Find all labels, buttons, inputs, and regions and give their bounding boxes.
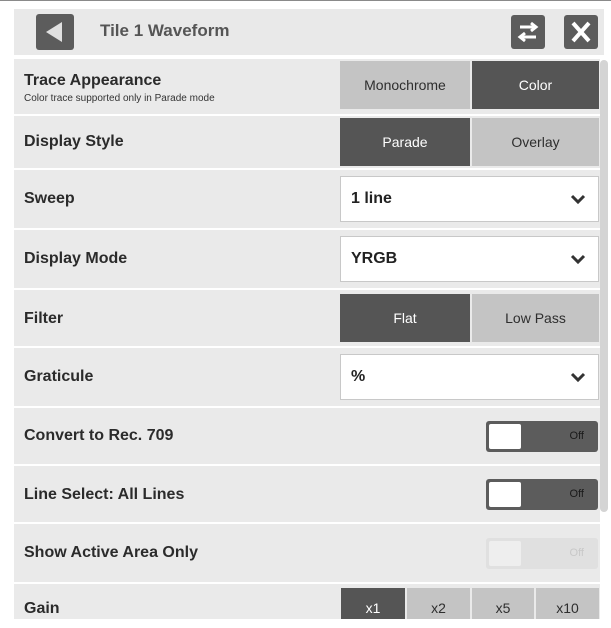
toggle-knob xyxy=(489,424,521,449)
filter-label: Filter xyxy=(24,310,64,327)
trace-appearance-note: Color trace supported only in Parade mod… xyxy=(24,93,215,104)
toggle-state: Off xyxy=(569,430,584,442)
low-pass-option[interactable]: Low Pass xyxy=(472,294,599,342)
row-gain: Gain x1 x2 x5 x10 xyxy=(14,584,600,619)
row-display-mode: Display Mode YRGB xyxy=(14,230,600,288)
color-option[interactable]: Color xyxy=(472,61,599,109)
swap-arrows-icon xyxy=(517,21,539,43)
back-arrow-icon xyxy=(46,22,62,42)
chevron-down-icon xyxy=(570,254,586,265)
close-button[interactable] xyxy=(564,15,598,49)
gain-x2-option[interactable]: x2 xyxy=(407,588,470,619)
monochrome-option[interactable]: Monochrome xyxy=(340,61,470,109)
sweep-value: 1 line xyxy=(351,190,392,207)
parade-option[interactable]: Parade xyxy=(340,118,470,166)
graticule-dropdown[interactable]: % xyxy=(340,354,599,400)
row-filter: Filter Flat Low Pass xyxy=(14,290,600,346)
overlay-option[interactable]: Overlay xyxy=(472,118,599,166)
swap-button[interactable] xyxy=(511,15,545,49)
row-convert-rec709: Convert to Rec. 709 Off xyxy=(14,408,600,464)
toggle-knob xyxy=(489,482,521,507)
row-active-area: Show Active Area Only Off xyxy=(14,524,600,582)
sweep-dropdown[interactable]: 1 line xyxy=(340,176,599,222)
flat-option[interactable]: Flat xyxy=(340,294,470,342)
trace-appearance-label: Trace Appearance xyxy=(24,72,162,89)
row-line-select: Line Select: All Lines Off xyxy=(14,466,600,522)
active-area-label: Show Active Area Only xyxy=(24,544,198,561)
toggle-knob xyxy=(489,541,521,566)
convert-rec709-label: Convert to Rec. 709 xyxy=(24,427,174,444)
row-graticule: Graticule % xyxy=(14,348,600,406)
sweep-label: Sweep xyxy=(24,190,75,207)
row-trace-appearance: Trace Appearance Color trace supported o… xyxy=(14,59,600,114)
row-sweep: Sweep 1 line xyxy=(14,170,600,228)
toggle-state: Off xyxy=(569,488,584,500)
convert-rec709-toggle[interactable]: Off xyxy=(486,421,598,452)
line-select-toggle[interactable]: Off xyxy=(486,479,598,510)
scrollbar[interactable] xyxy=(600,60,608,512)
display-mode-label: Display Mode xyxy=(24,250,128,267)
close-icon xyxy=(571,21,591,43)
back-button[interactable] xyxy=(36,14,74,50)
display-style-label: Display Style xyxy=(24,133,124,150)
graticule-value: % xyxy=(351,368,366,385)
page-title: Tile 1 Waveform xyxy=(100,21,230,40)
active-area-toggle: Off xyxy=(486,538,598,569)
gain-x1-option[interactable]: x1 xyxy=(341,588,405,619)
gain-x5-option[interactable]: x5 xyxy=(472,588,534,619)
display-mode-value: YRGB xyxy=(351,250,398,267)
row-display-style: Display Style Parade Overlay xyxy=(14,116,600,168)
line-select-label: Line Select: All Lines xyxy=(24,486,185,503)
gain-x10-option[interactable]: x10 xyxy=(536,588,599,619)
gain-label: Gain xyxy=(24,600,60,617)
header-bar: Tile 1 Waveform xyxy=(14,9,604,55)
toggle-state: Off xyxy=(569,547,584,559)
display-mode-dropdown[interactable]: YRGB xyxy=(340,236,599,282)
chevron-down-icon xyxy=(570,372,586,383)
graticule-label: Graticule xyxy=(24,368,94,385)
chevron-down-icon xyxy=(570,194,586,205)
